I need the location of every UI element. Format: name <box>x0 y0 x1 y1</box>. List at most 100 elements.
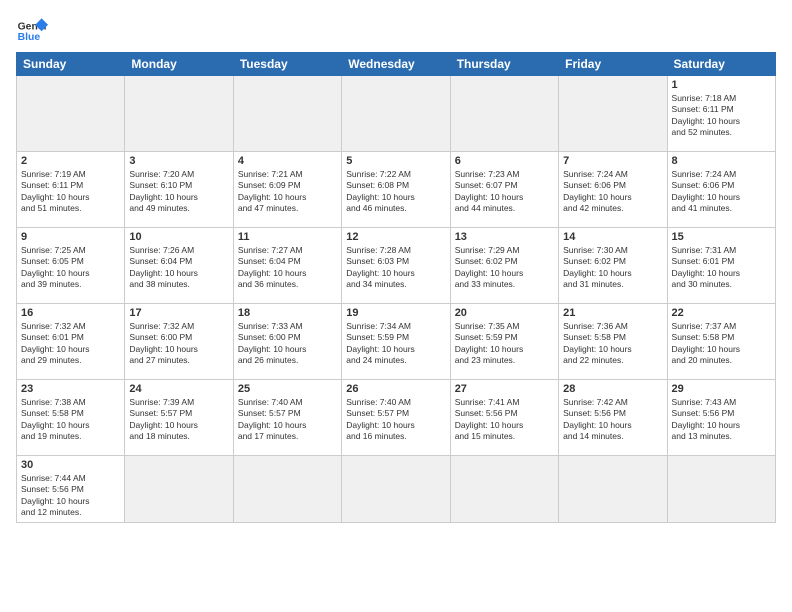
week-row-1: 1Sunrise: 7:18 AMSunset: 6:11 PMDaylight… <box>17 76 776 152</box>
week-row-3: 9 Sunrise: 7:25 AMSunset: 6:05 PMDaylight… <box>17 228 776 304</box>
day-info: Sunrise: 7:43 AMSunset: 5:56 PMDaylight:… <box>672 397 771 443</box>
day-info: Sunrise: 7:25 AMSunset: 6:05 PMDaylight:… <box>21 245 120 291</box>
day-info: Sunrise: 7:32 AMSunset: 6:01 PMDaylight:… <box>21 321 120 367</box>
day-cell: 1Sunrise: 7:18 AMSunset: 6:11 PMDaylight… <box>667 76 775 152</box>
day-number: 15 <box>672 231 771 243</box>
weekday-header-thursday: Thursday <box>450 53 558 76</box>
day-cell: 23 Sunrise: 7:38 AMSunset: 5:58 PMDayligh… <box>17 380 125 456</box>
day-cell: 2 Sunrise: 7:19 AMSunset: 6:11 PMDaylight… <box>17 152 125 228</box>
day-info: Sunrise: 7:35 AMSunset: 5:59 PMDaylight:… <box>455 321 554 367</box>
weekday-header-monday: Monday <box>125 53 233 76</box>
day-cell: 20 Sunrise: 7:35 AMSunset: 5:59 PMDayligh… <box>450 304 558 380</box>
day-cell: 16Sunrise: 7:32 AMSunset: 6:01 PMDayligh… <box>17 304 125 380</box>
day-cell: 3 Sunrise: 7:20 AMSunset: 6:10 PMDaylight… <box>125 152 233 228</box>
day-number: 8 <box>672 155 771 167</box>
day-cell <box>342 76 450 152</box>
day-number: 2 <box>21 155 120 167</box>
header: General Blue <box>16 12 776 44</box>
day-info: Sunrise: 7:40 AMSunset: 5:57 PMDaylight:… <box>346 397 445 443</box>
calendar-table: SundayMondayTuesdayWednesdayThursdayFrid… <box>16 52 776 523</box>
day-number: 30 <box>21 459 120 471</box>
day-info: Sunrise: 7:44 AMSunset: 5:56 PMDaylight:… <box>21 473 120 519</box>
day-info: Sunrise: 7:42 AMSunset: 5:56 PMDaylight:… <box>563 397 662 443</box>
day-info: Sunrise: 7:36 AMSunset: 5:58 PMDaylight:… <box>563 321 662 367</box>
day-info: Sunrise: 7:30 AMSunset: 6:02 PMDaylight:… <box>563 245 662 291</box>
day-cell <box>342 456 450 523</box>
day-cell: 12 Sunrise: 7:28 AMSunset: 6:03 PMDayligh… <box>342 228 450 304</box>
generalblue-logo-icon: General Blue <box>16 12 48 44</box>
day-cell: 24Sunrise: 7:39 AMSunset: 5:57 PMDayligh… <box>125 380 233 456</box>
day-number: 3 <box>129 155 228 167</box>
day-number: 21 <box>563 307 662 319</box>
day-cell: 11Sunrise: 7:27 AMSunset: 6:04 PMDayligh… <box>233 228 341 304</box>
day-number: 12 <box>346 231 445 243</box>
day-number: 9 <box>21 231 120 243</box>
day-number: 5 <box>346 155 445 167</box>
day-number: 10 <box>129 231 228 243</box>
day-cell <box>450 76 558 152</box>
day-number: 23 <box>21 383 120 395</box>
day-info: Sunrise: 7:28 AMSunset: 6:03 PMDaylight:… <box>346 245 445 291</box>
weekday-header-sunday: Sunday <box>17 53 125 76</box>
week-row-5: 23 Sunrise: 7:38 AMSunset: 5:58 PMDayligh… <box>17 380 776 456</box>
day-number: 11 <box>238 231 337 243</box>
day-info: Sunrise: 7:23 AMSunset: 6:07 PMDaylight:… <box>455 169 554 215</box>
day-number: 29 <box>672 383 771 395</box>
day-info: Sunrise: 7:31 AMSunset: 6:01 PMDaylight:… <box>672 245 771 291</box>
day-cell: 30 Sunrise: 7:44 AMSunset: 5:56 PMDayligh… <box>17 456 125 523</box>
day-info: Sunrise: 7:18 AMSunset: 6:11 PMDaylight:… <box>672 93 771 139</box>
svg-text:Blue: Blue <box>18 32 41 43</box>
day-cell: 15 Sunrise: 7:31 AMSunset: 6:01 PMDayligh… <box>667 228 775 304</box>
day-cell <box>233 76 341 152</box>
weekday-header-friday: Friday <box>559 53 667 76</box>
day-cell: 25 Sunrise: 7:40 AMSunset: 5:57 PMDayligh… <box>233 380 341 456</box>
day-number: 25 <box>238 383 337 395</box>
day-number: 13 <box>455 231 554 243</box>
day-cell: 9 Sunrise: 7:25 AMSunset: 6:05 PMDaylight… <box>17 228 125 304</box>
week-row-2: 2 Sunrise: 7:19 AMSunset: 6:11 PMDaylight… <box>17 152 776 228</box>
day-info: Sunrise: 7:24 AMSunset: 6:06 PMDaylight:… <box>672 169 771 215</box>
logo: General Blue <box>16 12 48 44</box>
day-cell: 7Sunrise: 7:24 AMSunset: 6:06 PMDaylight… <box>559 152 667 228</box>
day-info: Sunrise: 7:20 AMSunset: 6:10 PMDaylight:… <box>129 169 228 215</box>
day-cell: 29 Sunrise: 7:43 AMSunset: 5:56 PMDayligh… <box>667 380 775 456</box>
day-cell: 22 Sunrise: 7:37 AMSunset: 5:58 PMDayligh… <box>667 304 775 380</box>
day-info: Sunrise: 7:19 AMSunset: 6:11 PMDaylight:… <box>21 169 120 215</box>
day-number: 27 <box>455 383 554 395</box>
day-number: 17 <box>129 307 228 319</box>
day-number: 18 <box>238 307 337 319</box>
day-number: 22 <box>672 307 771 319</box>
day-cell <box>125 456 233 523</box>
day-cell: 19Sunrise: 7:34 AMSunset: 5:59 PMDayligh… <box>342 304 450 380</box>
day-number: 20 <box>455 307 554 319</box>
day-number: 6 <box>455 155 554 167</box>
day-info: Sunrise: 7:21 AMSunset: 6:09 PMDaylight:… <box>238 169 337 215</box>
day-info: Sunrise: 7:34 AMSunset: 5:59 PMDaylight:… <box>346 321 445 367</box>
day-info: Sunrise: 7:37 AMSunset: 5:58 PMDaylight:… <box>672 321 771 367</box>
day-cell: 4 Sunrise: 7:21 AMSunset: 6:09 PMDaylight… <box>233 152 341 228</box>
day-cell <box>450 456 558 523</box>
day-info: Sunrise: 7:40 AMSunset: 5:57 PMDaylight:… <box>238 397 337 443</box>
day-cell: 26Sunrise: 7:40 AMSunset: 5:57 PMDayligh… <box>342 380 450 456</box>
day-cell: 8 Sunrise: 7:24 AMSunset: 6:06 PMDaylight… <box>667 152 775 228</box>
weekday-header-saturday: Saturday <box>667 53 775 76</box>
day-info: Sunrise: 7:22 AMSunset: 6:08 PMDaylight:… <box>346 169 445 215</box>
day-cell <box>559 456 667 523</box>
weekday-header-row: SundayMondayTuesdayWednesdayThursdayFrid… <box>17 53 776 76</box>
day-number: 4 <box>238 155 337 167</box>
day-info: Sunrise: 7:33 AMSunset: 6:00 PMDaylight:… <box>238 321 337 367</box>
week-row-6: 30 Sunrise: 7:44 AMSunset: 5:56 PMDayligh… <box>17 456 776 523</box>
day-cell: 10 Sunrise: 7:26 AMSunset: 6:04 PMDayligh… <box>125 228 233 304</box>
day-info: Sunrise: 7:26 AMSunset: 6:04 PMDaylight:… <box>129 245 228 291</box>
day-cell: 27 Sunrise: 7:41 AMSunset: 5:56 PMDayligh… <box>450 380 558 456</box>
weekday-header-wednesday: Wednesday <box>342 53 450 76</box>
day-info: Sunrise: 7:38 AMSunset: 5:58 PMDaylight:… <box>21 397 120 443</box>
day-info: Sunrise: 7:41 AMSunset: 5:56 PMDaylight:… <box>455 397 554 443</box>
day-cell: 18 Sunrise: 7:33 AMSunset: 6:00 PMDayligh… <box>233 304 341 380</box>
day-number: 7 <box>563 155 662 167</box>
calendar-page: General Blue SundayMondayTuesdayWednesda… <box>0 0 792 612</box>
day-cell <box>667 456 775 523</box>
day-cell: 13Sunrise: 7:29 AMSunset: 6:02 PMDayligh… <box>450 228 558 304</box>
day-number: 14 <box>563 231 662 243</box>
day-cell: 14 Sunrise: 7:30 AMSunset: 6:02 PMDayligh… <box>559 228 667 304</box>
